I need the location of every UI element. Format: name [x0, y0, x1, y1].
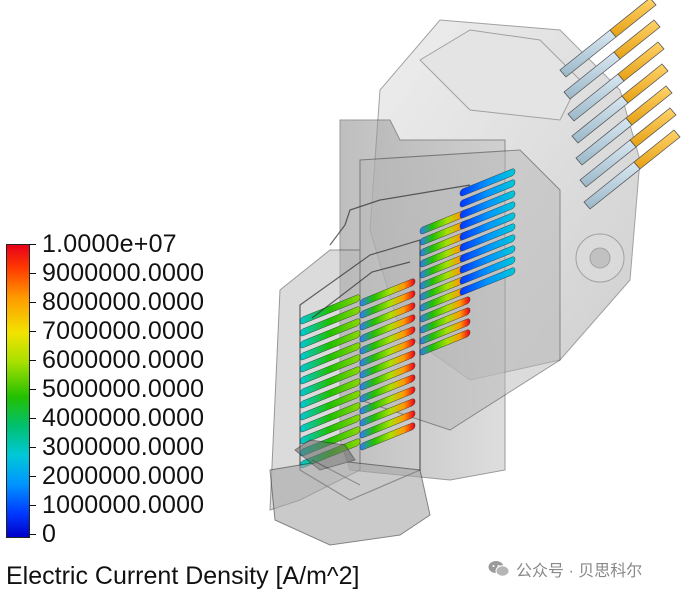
scale-tick: [29, 331, 36, 332]
scale-label-6e6: 6000000.0000: [42, 346, 205, 374]
watermark-text: 公众号 · 贝思科尔: [516, 563, 643, 580]
scale-label-7e6: 7000000.0000: [42, 317, 205, 345]
scale-tick: [29, 418, 36, 419]
scale-label-1e6: 1000000.0000: [42, 491, 205, 519]
scale-tick: [29, 244, 36, 245]
color-scale-bar: [6, 244, 30, 538]
wechat-icon: [488, 560, 510, 578]
scale-label-3e6: 3000000.0000: [42, 433, 205, 461]
watermark: 公众号 · 贝思科尔: [488, 557, 642, 581]
legend-title: Electric Current Density [A/m^2]: [6, 562, 360, 590]
scale-label-9e6: 9000000.0000: [42, 259, 205, 287]
scale-tick: [29, 273, 36, 274]
scale-tick: [29, 389, 36, 390]
scale-label-5e6: 5000000.0000: [42, 375, 205, 403]
scale-label-min: 0: [42, 520, 57, 548]
scale-tick: [29, 360, 36, 361]
scale-label-8e6: 8000000.0000: [42, 288, 205, 316]
scale-tick: [29, 476, 36, 477]
scale-tick: [29, 302, 36, 303]
scale-label-4e6: 4000000.0000: [42, 404, 205, 432]
scale-label-2e6: 2000000.0000: [42, 462, 205, 490]
scale-tick: [29, 505, 36, 506]
scale-label-max: 1.0000e+07: [42, 230, 177, 258]
scale-tick: [29, 534, 36, 535]
scale-tick: [29, 447, 36, 448]
